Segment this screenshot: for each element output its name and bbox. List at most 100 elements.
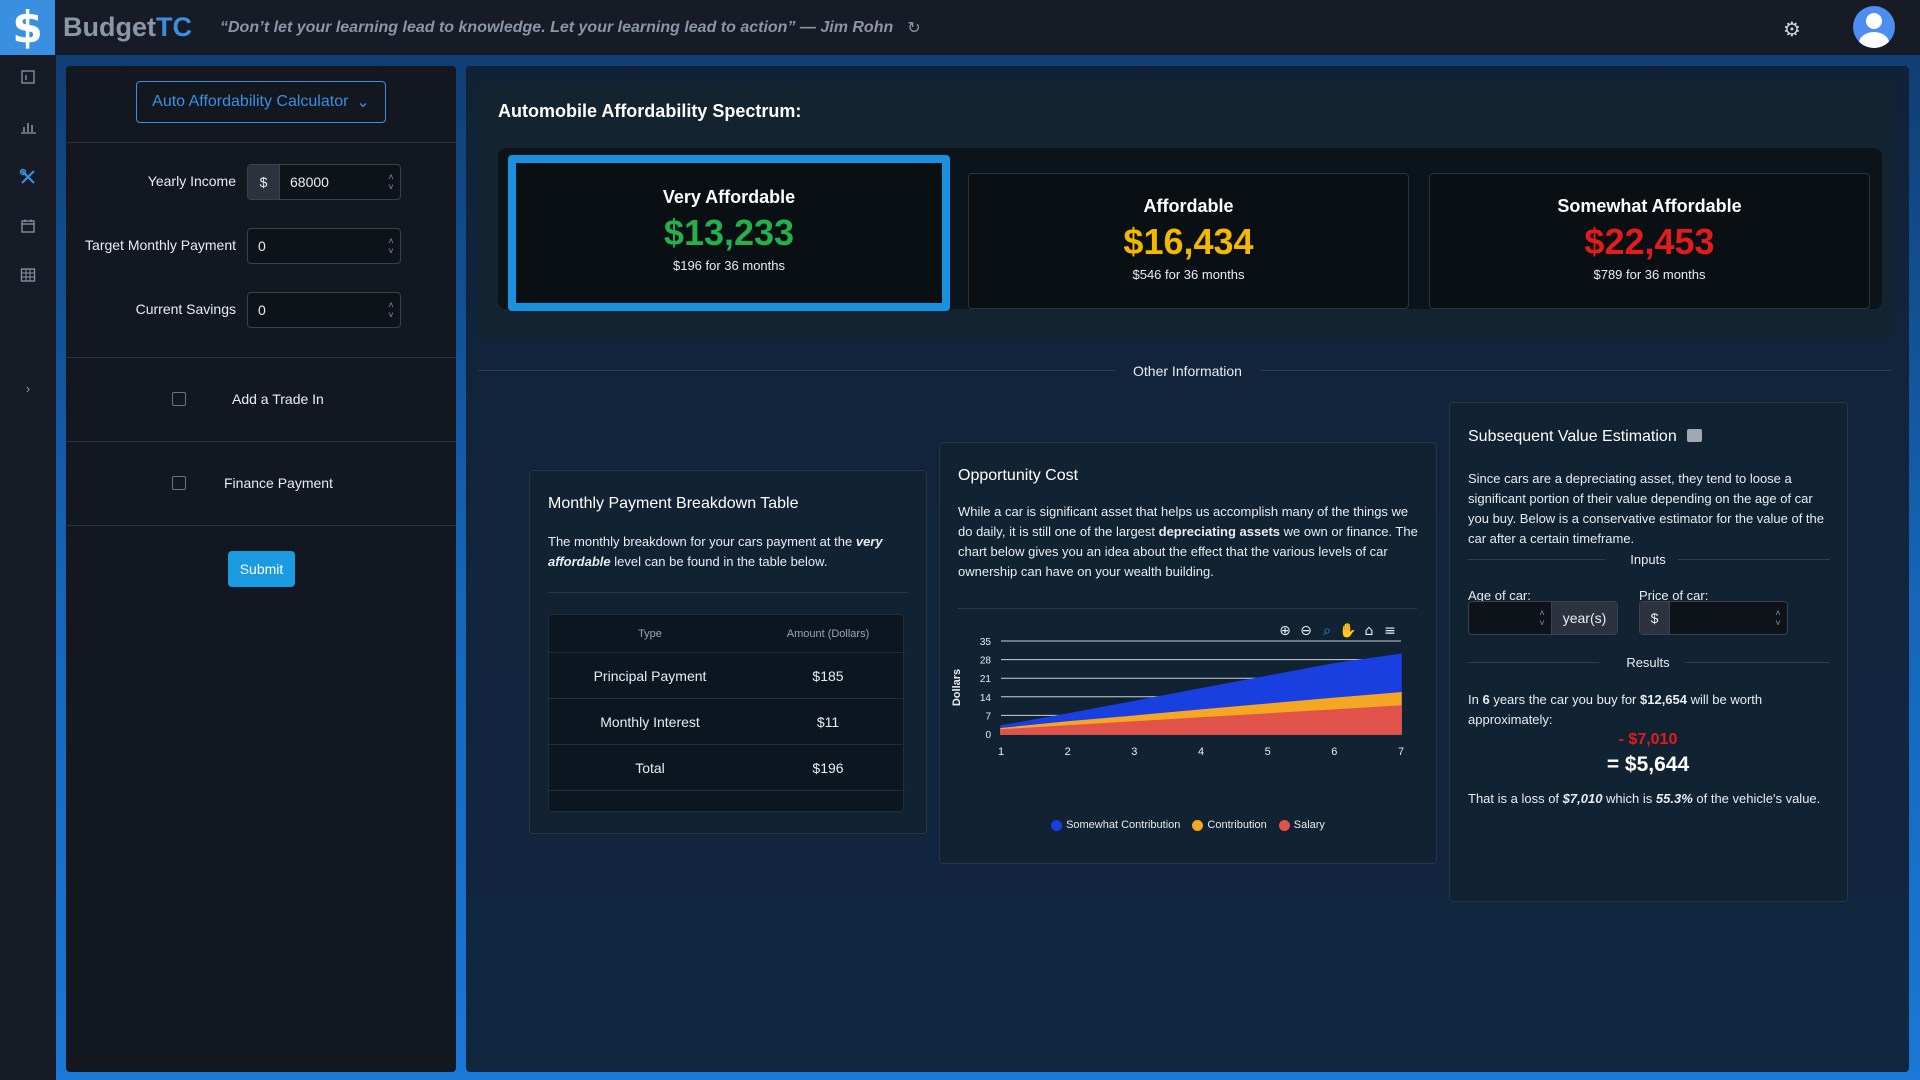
tier-subtext: $196 for 36 months — [672, 258, 786, 273]
tier-affordable[interactable]: Affordable $16,434 $546 for 36 months — [968, 173, 1409, 309]
calculator-select-label: Auto Affordability Calculator — [152, 93, 349, 110]
row-type: Monthly Interest — [600, 713, 700, 730]
calculator-select[interactable]: Auto Affordability Calculator ⌄ — [136, 81, 386, 123]
breakdown-description: The monthly breakdown for your cars paym… — [548, 532, 908, 572]
tier-very-affordable[interactable]: Very Affordable $13,233 $196 for 36 mont… — [508, 155, 950, 311]
results-text: In 6 years the car you buy for $12,654 w… — [1468, 690, 1834, 730]
breakdown-table: Type Amount (Dollars) Principal Payment … — [548, 614, 905, 812]
inputs-heading: Inputs — [1630, 552, 1666, 567]
target-monthly-payment-value: 0 — [258, 238, 266, 254]
dashboard-icon[interactable] — [0, 69, 56, 90]
current-savings-field[interactable]: 0 ˄ ˅ — [247, 292, 401, 328]
opportunity-description: While a car is significant asset that he… — [958, 502, 1420, 582]
legend-item-somewhat-contribution[interactable]: Somewhat Contribution — [1051, 819, 1180, 831]
tier-name: Very Affordable — [662, 187, 796, 207]
worth-amount: = $5,644 — [1606, 753, 1690, 776]
table-row: Principal Payment $185 — [549, 653, 905, 699]
results-text-1: In — [1468, 692, 1483, 707]
x-tick-label: 6 — [1331, 746, 1337, 758]
y-tick-label: 21 — [980, 674, 992, 685]
results-panel: Automobile Affordability Spectrum: Very … — [466, 66, 1909, 1072]
y-tick-label: 35 — [980, 637, 992, 648]
x-tick-label: 5 — [1265, 746, 1271, 758]
home-icon[interactable]: ⌂ — [1365, 623, 1374, 639]
chevron-right-icon[interactable]: › — [0, 381, 56, 396]
stepper-icon[interactable]: ˄ ˅ — [382, 172, 400, 192]
yearly-income-field[interactable]: $ 68000 ˄ ˅ — [247, 164, 401, 200]
finance-payment-checkbox[interactable] — [172, 476, 186, 490]
stepper-icon[interactable]: ˄ ˅ — [382, 300, 400, 320]
brand-accent: TC — [155, 12, 192, 42]
target-monthly-payment-field[interactable]: 0 ˄ ˅ — [247, 228, 401, 264]
legend-dot — [1051, 819, 1063, 831]
subsequent-description: Since cars are a depreciating asset, the… — [1468, 471, 1824, 546]
tier-price: $16,434 — [1123, 221, 1254, 262]
logo-icon[interactable]: $ — [0, 0, 55, 55]
gear-icon[interactable]: ⚙ — [1783, 17, 1801, 42]
tier-somewhat-affordable[interactable]: Somewhat Affordable $22,453 $789 for 36 … — [1429, 173, 1870, 309]
results-text-2: years the car you buy for — [1489, 692, 1640, 707]
current-savings-value: 0 — [258, 302, 266, 318]
currency-prefix: $ — [1640, 602, 1670, 634]
age-of-car-field[interactable]: ˄ ˅ year(s) — [1468, 601, 1618, 635]
results-years: 6 — [1482, 692, 1490, 707]
legend-label: Salary — [1293, 819, 1325, 831]
info-icon[interactable] — [1687, 429, 1703, 443]
icon-rail: › — [0, 55, 56, 1080]
trade-in-label: Add a Trade In — [232, 391, 324, 407]
avatar-body — [1859, 32, 1889, 48]
stepper-icon[interactable]: ˄ ˅ — [1533, 608, 1551, 628]
y-tick-label: 14 — [980, 693, 992, 704]
divider — [66, 357, 456, 358]
stepper-icon[interactable]: ˄ ˅ — [1769, 608, 1787, 628]
opportunity-cost-chart[interactable]: 0 7 14 21 28 35 1 2 3 4 5 6 7 Dollars ⊕ ⊖ ⌕ ✋ ⌂ ≡ — [940, 621, 1438, 851]
pan-hand-icon[interactable]: ✋ — [1339, 622, 1356, 639]
breakdown-desc-2: level can be found in the table below. — [610, 554, 828, 569]
logo-glyph: $ — [12, 2, 43, 53]
refresh-icon[interactable]: ↻ — [907, 18, 920, 38]
tier-price: $13,233 — [663, 212, 795, 253]
legend-item-salary[interactable]: Salary — [1278, 819, 1325, 831]
legend-label: Contribution — [1207, 819, 1267, 831]
other-information-heading: Other Information — [1133, 363, 1242, 379]
summary-percent: 55.3% — [1655, 791, 1693, 806]
trade-in-checkbox[interactable] — [172, 392, 186, 406]
tier-price: $22,453 — [1584, 221, 1715, 262]
row-amount: $185 — [812, 667, 844, 684]
tier-name: Somewhat Affordable — [1557, 196, 1742, 216]
yearly-income-label: Yearly Income — [147, 173, 236, 189]
results-price: $12,654 — [1640, 692, 1687, 707]
bar-chart-icon[interactable] — [0, 119, 56, 140]
chevron-down-icon: ⌄ — [356, 94, 370, 111]
legend-dot — [1192, 819, 1204, 831]
stepper-icon[interactable]: ˄ ˅ — [382, 236, 400, 256]
zoom-out-icon[interactable]: ⊖ — [1300, 623, 1312, 639]
menu-icon[interactable]: ≡ — [1384, 623, 1396, 639]
table-header: Type Amount (Dollars) — [549, 615, 905, 653]
table-row: Total $196 — [549, 745, 905, 791]
tier-subtext: $789 for 36 months — [1593, 267, 1706, 282]
divider — [66, 142, 456, 143]
row-amount: $196 — [812, 759, 844, 776]
zoom-in-icon[interactable]: ⊕ — [1279, 623, 1291, 639]
y-tick-label: 28 — [980, 656, 992, 667]
magnify-icon[interactable]: ⌕ — [1323, 623, 1331, 639]
x-tick-label: 4 — [1198, 746, 1204, 758]
avatar[interactable] — [1853, 6, 1895, 48]
age-unit: year(s) — [1551, 602, 1617, 634]
tools-icon[interactable] — [0, 168, 56, 191]
column-header-amount: Amount (Dollars) — [786, 627, 870, 640]
calculator-panel: Auto Affordability Calculator ⌄ Yearly I… — [66, 66, 456, 1072]
divider — [548, 592, 908, 593]
legend-item-contribution[interactable]: Contribution — [1192, 819, 1267, 831]
currency-prefix: $ — [248, 165, 280, 199]
summary-text-3: of the vehicle's value. — [1692, 791, 1821, 806]
submit-button[interactable]: Submit — [228, 551, 295, 587]
subsequent-value-card: Subsequent Value Estimation Since cars a… — [1449, 402, 1848, 902]
header-quote: “Don’t let your learning lead to knowled… — [219, 18, 894, 36]
price-of-car-field[interactable]: $ ˄ ˅ — [1639, 601, 1788, 635]
subsequent-title-text: Subsequent Value Estimation — [1468, 428, 1677, 445]
breakdown-card: Monthly Payment Breakdown Table The mont… — [529, 470, 927, 834]
calendar-icon[interactable] — [0, 218, 56, 239]
table-icon[interactable] — [0, 267, 56, 288]
